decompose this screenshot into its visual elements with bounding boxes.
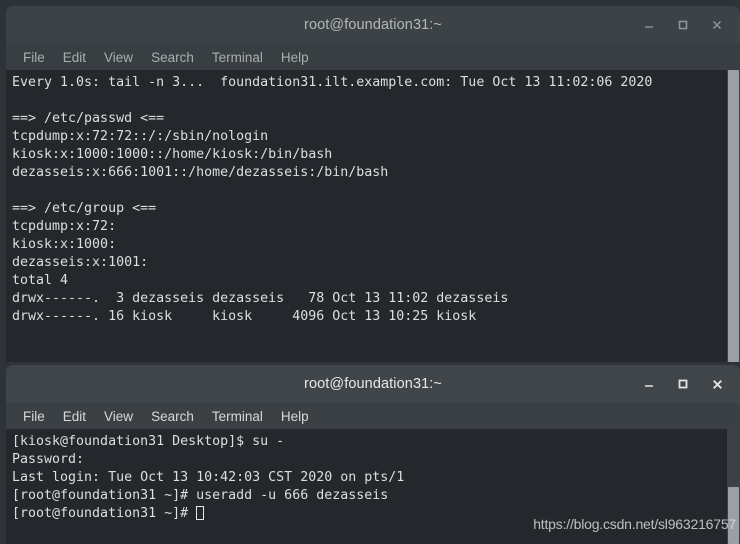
terminal-line: [root@foundation31 ~]# useradd -u 666 de… [12, 488, 389, 503]
window-controls[interactable] [632, 365, 734, 403]
terminal-line: [kiosk@foundation31 Desktop]$ su - [12, 434, 285, 449]
menu-item-search[interactable]: Search [142, 48, 203, 67]
terminal-body[interactable]: [kiosk@foundation31 Desktop]$ su - Passw… [6, 429, 740, 544]
terminal-window-watch[interactable]: root@foundation31:~ File Edit View Searc… [6, 6, 740, 362]
maximize-icon [678, 379, 688, 389]
scrollbar-thumb[interactable] [728, 70, 739, 362]
minimize-icon [645, 26, 653, 28]
terminal-window-root[interactable]: root@foundation31:~ File Edit View Searc… [6, 365, 740, 544]
terminal-body[interactable]: Every 1.0s: tail -n 3... foundation31.il… [6, 70, 740, 362]
terminal-line: tcpdump:x:72:72::/:/sbin/nologin [12, 129, 269, 144]
titlebar[interactable]: root@foundation31:~ [6, 6, 740, 44]
terminal-prompt-text: [root@foundation31 ~]# [12, 506, 197, 521]
terminal-line: total 4 [12, 273, 69, 288]
terminal-line: ==> /etc/group <== [12, 201, 157, 216]
window-title: root@foundation31:~ [304, 376, 442, 392]
close-icon [712, 20, 722, 30]
terminal-line: kiosk:x:1000: [12, 237, 117, 252]
maximize-icon [678, 20, 688, 30]
terminal-line: Every 1.0s: tail -n 3... foundation31.il… [12, 75, 653, 90]
window-controls[interactable] [632, 6, 734, 44]
menu-item-edit[interactable]: Edit [54, 48, 95, 67]
menu-item-help[interactable]: Help [272, 407, 318, 426]
terminal-line: Last login: Tue Oct 13 10:42:03 CST 2020… [12, 470, 405, 485]
terminal-line: Password: [12, 452, 85, 467]
menu-item-terminal[interactable]: Terminal [203, 48, 272, 67]
terminal-prompt-line: [root@foundation31 ~]# [12, 505, 727, 523]
terminal-line: tcpdump:x:72: [12, 219, 117, 234]
terminal-scrollbar[interactable] [727, 70, 740, 362]
menu-item-help[interactable]: Help [272, 48, 318, 67]
close-button[interactable] [700, 369, 734, 399]
close-button[interactable] [700, 10, 734, 40]
maximize-button[interactable] [666, 369, 700, 399]
menu-item-search[interactable]: Search [142, 407, 203, 426]
terminal-line: drwx------. 3 dezasseis dezasseis 78 Oct… [12, 291, 509, 306]
titlebar[interactable]: root@foundation31:~ [6, 365, 740, 403]
window-title: root@foundation31:~ [304, 17, 442, 33]
menu-item-view[interactable]: View [95, 48, 142, 67]
minimize-icon [645, 385, 653, 387]
minimize-button[interactable] [632, 10, 666, 40]
maximize-button[interactable] [666, 10, 700, 40]
terminal-scrollbar[interactable] [727, 429, 740, 544]
terminal-line: dezasseis:x:666:1001::/home/dezasseis:/b… [12, 165, 389, 180]
close-icon [712, 379, 722, 389]
terminal-line: kiosk:x:1000:1000::/home/kiosk:/bin/bash [12, 147, 333, 162]
menu-item-edit[interactable]: Edit [54, 407, 95, 426]
scrollbar-thumb[interactable] [728, 487, 739, 544]
minimize-button[interactable] [632, 369, 666, 399]
menu-item-view[interactable]: View [95, 407, 142, 426]
terminal-line: dezasseis:x:1001: [12, 255, 149, 270]
menu-bar[interactable]: File Edit View Search Terminal Help [6, 44, 740, 70]
menu-bar[interactable]: File Edit View Search Terminal Help [6, 403, 740, 429]
terminal-output: Every 1.0s: tail -n 3... foundation31.il… [6, 70, 727, 362]
terminal-cursor [196, 506, 205, 520]
menu-item-file[interactable]: File [14, 48, 54, 67]
terminal-output: [kiosk@foundation31 Desktop]$ su - Passw… [6, 429, 727, 544]
terminal-line: drwx------. 16 kiosk kiosk 4096 Oct 13 1… [12, 309, 477, 324]
menu-item-file[interactable]: File [14, 407, 54, 426]
terminal-line: ==> /etc/passwd <== [12, 111, 165, 126]
menu-item-terminal[interactable]: Terminal [203, 407, 272, 426]
